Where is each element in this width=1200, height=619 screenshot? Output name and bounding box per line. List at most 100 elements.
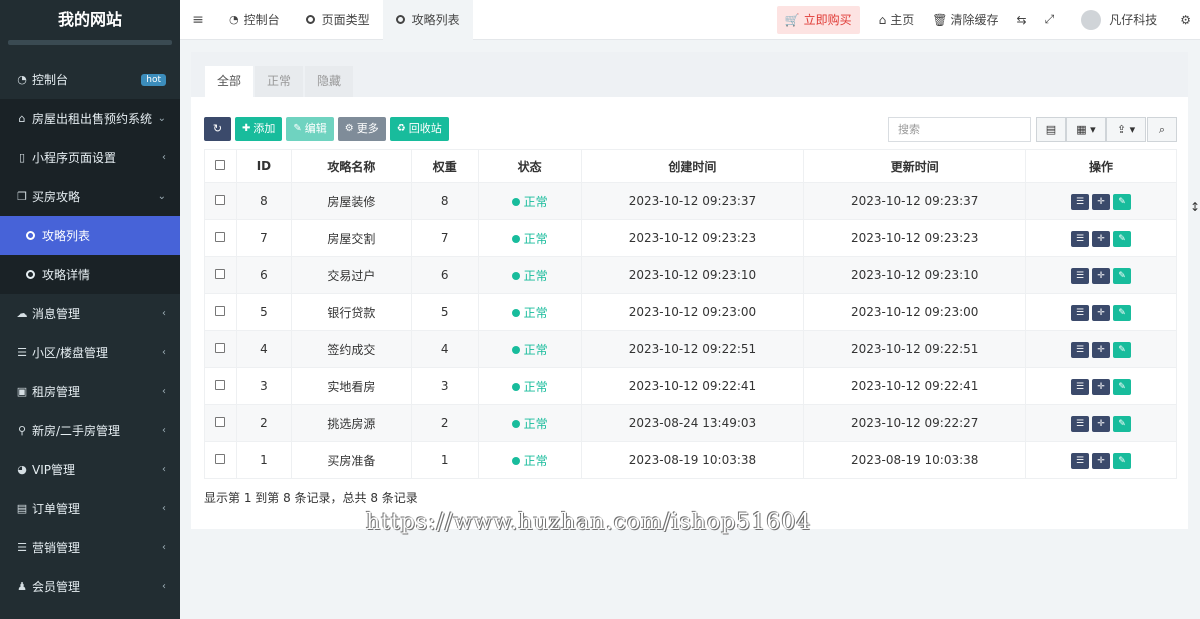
row-checkbox[interactable] [204,219,237,257]
recycle-button[interactable]: ♻ 回收站 [389,117,449,141]
brand-title[interactable]: 我的网站 [0,0,180,40]
drag-icon[interactable]: ✛ [1092,267,1111,284]
tab-dashboard[interactable]: ◔ 控制台 [216,0,293,40]
detail-icon[interactable]: ☰ [1071,304,1090,321]
sidebar-item-system[interactable]: ⌂ 房屋出租出售预约系统 ⌄ [0,99,180,138]
row-checkbox[interactable] [204,182,237,220]
sidebar-item-members[interactable]: ♟ 会员管理 ‹ [0,567,180,606]
table-row[interactable]: 5 银行贷款 5 正常 2023-10-12 09:23:00 2023-10-12 09… [204,293,1177,331]
sidebar-item-house[interactable]: ⚲ 新房/二手房管理 ‹ [0,411,180,450]
gears-icon[interactable]: ⚙ [1166,13,1200,27]
translate-icon[interactable]: ⇆ [1008,13,1036,27]
home-link[interactable]: ⌂ 主页 [870,11,924,28]
list-icon: ☰ [17,541,27,554]
detail-icon[interactable]: ☰ [1071,378,1090,395]
tab-normal[interactable]: 正常 [255,66,304,97]
edit-icon[interactable]: ✎ [1113,193,1132,210]
edit-icon[interactable]: ✎ [1113,378,1132,395]
buy-now-button[interactable]: 🛒 立即购买 [776,5,860,34]
sidebar-item-orders[interactable]: ▤ 订单管理 ‹ [0,489,180,528]
detail-icon[interactable]: ☰ [1071,230,1090,247]
sidebar-item-messages[interactable]: ☁ 消息管理 ‹ [0,294,180,333]
edit-button[interactable]: ✎ 编辑 [286,117,334,141]
card-view-icon[interactable]: ▤ [1036,117,1066,142]
trash-icon: 🗑 [932,12,948,27]
cell-status[interactable]: 正常 [477,404,582,442]
edit-icon[interactable]: ✎ [1113,230,1132,247]
drag-icon[interactable]: ✛ [1092,378,1111,395]
column-header[interactable]: 权重 [410,149,479,183]
cell-status[interactable]: 正常 [477,330,582,368]
table-row[interactable]: 2 挑选房源 2 正常 2023-08-24 13:49:03 2023-10-12 09… [204,404,1177,442]
detail-icon[interactable]: ☰ [1071,267,1090,284]
drag-icon[interactable]: ✛ [1092,452,1111,469]
sidebar-item-dashboard[interactable]: ◔ 控制台 hot [0,60,180,99]
refresh-button[interactable]: ↻ [204,117,231,141]
edit-icon[interactable]: ✎ [1113,304,1132,321]
tab-all[interactable]: 全部 [205,66,254,97]
row-checkbox[interactable] [204,367,237,405]
menu-toggle-icon[interactable]: ≡ [180,12,216,28]
search-input[interactable]: 搜索 [888,117,1031,142]
tab-guide-list[interactable]: 攻略列表 [382,0,473,40]
tab-hidden[interactable]: 隐藏 [305,66,354,97]
sidebar-item-guide[interactable]: ❐ 买房攻略 ⌄ [0,177,180,216]
tab-page-type[interactable]: 页面类型 [293,0,383,40]
clear-cache-button[interactable]: 🗑 清除缓存 [923,11,1007,28]
sidebar-item-rent[interactable]: ▣ 租房管理 ‹ [0,372,180,411]
table-row[interactable]: 3 实地看房 3 正常 2023-10-12 09:22:41 2023-10-12 09… [204,367,1177,405]
column-header[interactable]: 创建时间 [580,149,805,183]
drag-icon[interactable]: ✛ [1092,415,1111,432]
more-button[interactable]: ⚙ 更多 [337,117,386,141]
columns-icon[interactable]: ▦ ▾ [1066,117,1106,142]
detail-icon[interactable]: ☰ [1071,193,1090,210]
detail-icon[interactable]: ☰ [1071,341,1090,358]
table-row[interactable]: 1 买房准备 1 正常 2023-08-19 10:03:38 2023-08-19 10… [204,441,1177,479]
export-icon[interactable]: ⇪ ▾ [1106,117,1146,142]
column-header[interactable]: ID [235,149,292,183]
sidebar-item-miniprogram[interactable]: ▯ 小程序页面设置 ‹ [0,138,180,177]
fullscreen-icon[interactable]: ⤢ [1036,12,1064,27]
edit-icon[interactable]: ✎ [1113,452,1132,469]
cell-status[interactable]: 正常 [477,256,582,294]
buy-label: 立即购买 [803,12,852,27]
sidebar-item-community[interactable]: ☰ 小区/楼盘管理 ‹ [0,333,180,372]
detail-icon[interactable]: ☰ [1071,452,1090,469]
sidebar-item-label: 攻略列表 [42,229,91,243]
column-header[interactable]: 状态 [477,149,582,183]
chevron-left-icon: ‹ [162,503,166,514]
table-row[interactable]: 7 房屋交割 7 正常 2023-10-12 09:23:23 2023-10-12 09… [204,219,1177,257]
select-all-checkbox[interactable] [204,149,237,183]
sidebar-item-marketing[interactable]: ☰ 营销管理 ‹ [0,528,180,567]
sidebar-item-guide-detail[interactable]: 攻略详情 [0,255,180,294]
table-row[interactable]: 8 房屋装修 8 正常 2023-10-12 09:23:37 2023-10-12 09… [204,182,1177,220]
row-checkbox[interactable] [204,293,237,331]
user-menu[interactable]: 凡仔科技 [1063,9,1166,30]
edit-icon[interactable]: ✎ [1113,415,1132,432]
sidebar-item-vip[interactable]: ◕ VIP管理 ‹ [0,450,180,489]
detail-icon[interactable]: ☰ [1071,415,1090,432]
column-header[interactable]: 攻略名称 [290,149,412,183]
drag-icon[interactable]: ✛ [1092,230,1111,247]
row-checkbox[interactable] [204,404,237,442]
status-dot-icon [511,234,520,243]
cell-status[interactable]: 正常 [477,441,582,479]
edit-icon[interactable]: ✎ [1113,341,1132,358]
drag-icon[interactable]: ✛ [1092,304,1111,321]
search-icon[interactable]: ⌕ [1147,117,1177,142]
edit-icon[interactable]: ✎ [1113,267,1132,284]
cell-status[interactable]: 正常 [477,293,582,331]
add-button[interactable]: ✚ 添加 [235,117,283,141]
row-checkbox[interactable] [204,330,237,368]
row-checkbox[interactable] [204,256,237,294]
table-row[interactable]: 6 交易过户 6 正常 2023-10-12 09:23:10 2023-10-12 09… [204,256,1177,294]
cell-status[interactable]: 正常 [477,182,582,220]
drag-icon[interactable]: ✛ [1092,341,1111,358]
column-header[interactable]: 更新时间 [803,149,1027,183]
drag-icon[interactable]: ✛ [1092,193,1111,210]
row-checkbox[interactable] [204,441,237,479]
cell-status[interactable]: 正常 [477,367,582,405]
table-row[interactable]: 4 签约成交 4 正常 2023-10-12 09:22:51 2023-10-12 09… [204,330,1177,368]
cell-status[interactable]: 正常 [477,219,582,257]
sidebar-item-guide-list[interactable]: 攻略列表 [0,216,180,255]
